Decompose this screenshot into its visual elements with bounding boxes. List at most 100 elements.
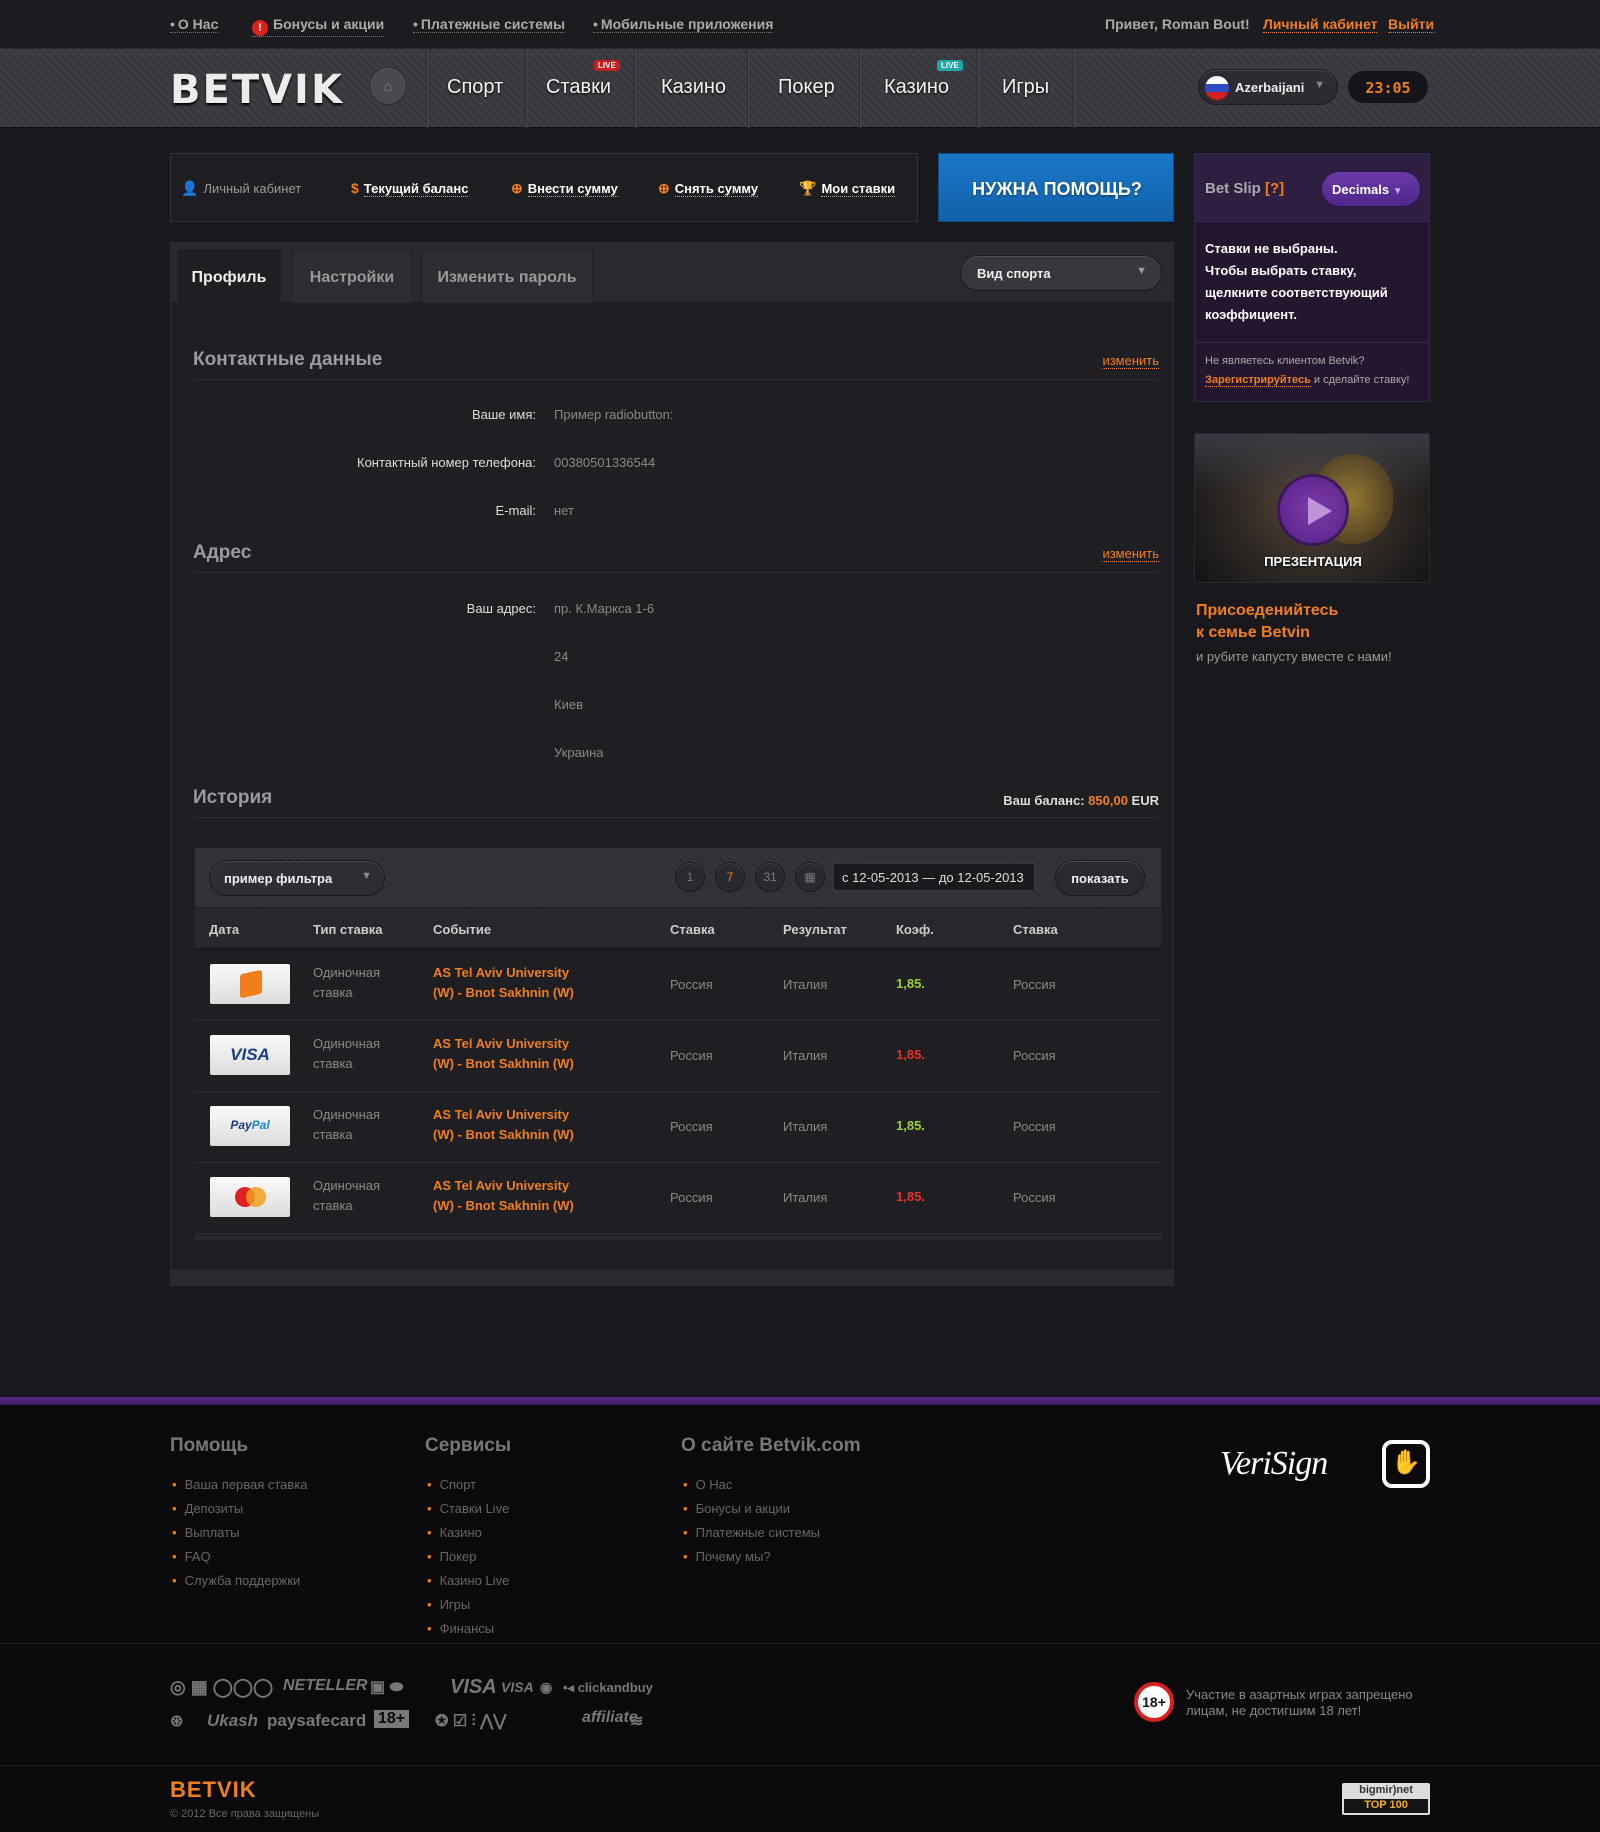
event-link[interactable]: AS Tel Aviv University (W) - Bnot Sakhnin…: [433, 1105, 593, 1145]
presentation-video[interactable]: ПРЕЗЕНТАЦИЯ: [1194, 433, 1430, 583]
account-item-deposit[interactable]: ⊕ Внести сумму: [511, 180, 618, 197]
calendar-week-icon[interactable]: 7: [715, 862, 745, 892]
footer-link[interactable]: Финансы: [427, 1621, 495, 1636]
footer-link[interactable]: Казино: [427, 1525, 482, 1540]
footer-link[interactable]: Ваша первая ставка: [172, 1477, 308, 1492]
tab-profile[interactable]: Профиль: [177, 249, 281, 303]
bet-type: Одиночная ставка: [313, 1176, 380, 1216]
account-item-my-bets[interactable]: 🏆 Мои ставки: [799, 180, 896, 197]
site-logo[interactable]: BETVIK: [170, 67, 344, 113]
bet-type-line: Одиночная: [313, 965, 381, 980]
account-item-label: Мои ставки: [821, 181, 896, 197]
footer-logo[interactable]: BETVIK: [170, 1777, 257, 1803]
footer-link[interactable]: Почему мы?: [683, 1549, 771, 1564]
odds-format-select[interactable]: Decimals ▼: [1321, 171, 1421, 207]
account-item-cabinet[interactable]: 👤 Личный кабинет: [181, 180, 301, 197]
nav-games[interactable]: Игры: [1002, 76, 1049, 99]
top-link-about[interactable]: • О Нас: [170, 16, 219, 33]
help-button[interactable]: НУЖНА ПОМОЩЬ?: [938, 153, 1174, 222]
chevron-down-icon: ▼: [361, 870, 372, 882]
footer-link[interactable]: Спорт: [427, 1477, 477, 1492]
top-link-bonuses[interactable]: ! Бонусы и акции: [252, 16, 385, 37]
address-section-title: Адрес: [193, 542, 252, 563]
result-value: Италия: [783, 1190, 828, 1205]
sport-select[interactable]: Вид спорта ▼: [960, 255, 1162, 291]
stake-value: Россия: [1013, 977, 1056, 992]
event-link[interactable]: AS Tel Aviv University (W) - Bnot Sakhnin…: [433, 1176, 593, 1216]
calendar-custom-icon[interactable]: ▦: [795, 862, 825, 892]
payment-visa-electron-logo: VISA: [501, 1679, 534, 1695]
stake-value: Россия: [1013, 1048, 1056, 1063]
result-value: Италия: [783, 977, 828, 992]
not-client-text: Не являетесь клиентом Betvik?: [1205, 355, 1365, 367]
footer-link[interactable]: Ставки Live: [427, 1501, 510, 1516]
logout-link[interactable]: Выйти: [1388, 16, 1435, 33]
register-link[interactable]: Зарегистрируйтесь: [1205, 374, 1311, 387]
table-row[interactable]: PayPal Одиночная ставка AS Tel Aviv Univers…: [195, 1092, 1161, 1163]
nav-sport[interactable]: Спорт: [447, 76, 503, 99]
footer-link[interactable]: Депозиты: [172, 1501, 244, 1516]
address-line: Украина: [554, 745, 604, 760]
table-row[interactable]: Одиночная ставка AS Tel Aviv University (W)…: [195, 950, 1161, 1021]
cabinet-link[interactable]: Личный кабинет: [1263, 16, 1378, 33]
calendar-month-icon[interactable]: 31: [755, 862, 785, 892]
address-edit-link[interactable]: изменить: [1102, 547, 1159, 562]
nav-poker[interactable]: Покер: [778, 76, 835, 99]
bet-slip-title-text: Bet Slip: [1205, 180, 1261, 197]
account-item-balance[interactable]: $ Текущий баланс: [351, 180, 469, 197]
bet-slip-footer: Не являетесь клиентом Betvik? Зарегистри…: [1205, 352, 1425, 390]
footer-link[interactable]: Выплаты: [172, 1525, 240, 1540]
footer-link[interactable]: Покер: [427, 1549, 477, 1564]
sport-select-label: Вид спорта: [977, 266, 1051, 281]
nav-live-bets[interactable]: Ставки: [546, 76, 611, 99]
payment-clickandbuy-label: clickandbuy: [577, 1680, 653, 1695]
filter-select[interactable]: пример фильтра ▼: [209, 860, 385, 896]
column-header: Дата: [209, 922, 240, 937]
verisign-logo: VeriSign: [1220, 1445, 1328, 1482]
bet-value: Россия: [670, 1048, 713, 1063]
home-button[interactable]: ⌂: [369, 67, 407, 105]
column-header: Тип ставка: [313, 922, 383, 937]
empty-line: Ставки не выбраны.: [1205, 241, 1338, 256]
language-select[interactable]: Azerbaijani ▼: [1198, 69, 1338, 105]
contact-edit-link[interactable]: изменить: [1102, 354, 1159, 369]
bet-slip-help[interactable]: [?]: [1265, 180, 1284, 197]
footer-link[interactable]: FAQ: [172, 1549, 211, 1564]
event-link[interactable]: AS Tel Aviv University (W) - Bnot Sakhnin…: [433, 963, 593, 1003]
footer-link[interactable]: Платежные системы: [683, 1525, 820, 1540]
divider: [193, 572, 1159, 573]
footer-link[interactable]: Служба поддержки: [172, 1573, 301, 1588]
footer-help-title: Помощь: [170, 1435, 249, 1456]
bigmir-counter[interactable]: bigmir)net TOP 100: [1342, 1783, 1430, 1815]
footer-link[interactable]: О Нас: [683, 1477, 733, 1492]
footer-link[interactable]: Казино Live: [427, 1573, 510, 1588]
table-row[interactable]: Одиночная ставка AS Tel Aviv University (W)…: [195, 1163, 1161, 1234]
bet-type: Одиночная ставка: [313, 1034, 380, 1074]
play-icon[interactable]: [1277, 474, 1349, 546]
table-row[interactable]: VISA Одиночная ставка AS Tel Aviv Universit…: [195, 1021, 1161, 1092]
account-item-withdraw[interactable]: ⊕ Снять сумму: [658, 180, 759, 197]
top-link-payments[interactable]: • Платежные системы: [413, 16, 566, 33]
calendar-day-icon[interactable]: 1: [675, 862, 705, 892]
payment-visa-logo: VISA: [450, 1676, 497, 1698]
footer-link[interactable]: Бонусы и акции: [683, 1501, 791, 1516]
event-link[interactable]: AS Tel Aviv University (W) - Bnot Sakhnin…: [433, 1034, 593, 1074]
footer-link[interactable]: Игры: [427, 1597, 471, 1612]
stake-value: Россия: [1013, 1119, 1056, 1134]
nav-divider: [859, 49, 860, 128]
tab-change-password[interactable]: Изменить пароль: [421, 249, 593, 303]
result-value: Италия: [783, 1119, 828, 1134]
date-range-input[interactable]: с 12-05-2013 — до 12-05-2013: [833, 863, 1035, 891]
nav-casino[interactable]: Казино: [661, 76, 726, 99]
copyright: © 2012 Все права защищены: [170, 1808, 320, 1820]
event-line: AS Tel Aviv University: [433, 965, 570, 980]
show-button[interactable]: показать: [1055, 860, 1145, 896]
top-link-mobile-apps[interactable]: • Мобильные приложения: [593, 16, 774, 33]
tab-settings[interactable]: Настройки: [291, 249, 413, 303]
payment-method-icon: [210, 1177, 290, 1217]
profile-tabs: Профиль Настройки Изменить пароль Вид сп…: [171, 243, 1173, 303]
nav-live-casino[interactable]: Казино: [884, 76, 949, 99]
clock-display: 23:05: [1346, 69, 1430, 105]
user-icon: 👤: [181, 180, 199, 196]
footer-about-title: О сайте Betvik.com: [681, 1435, 861, 1456]
